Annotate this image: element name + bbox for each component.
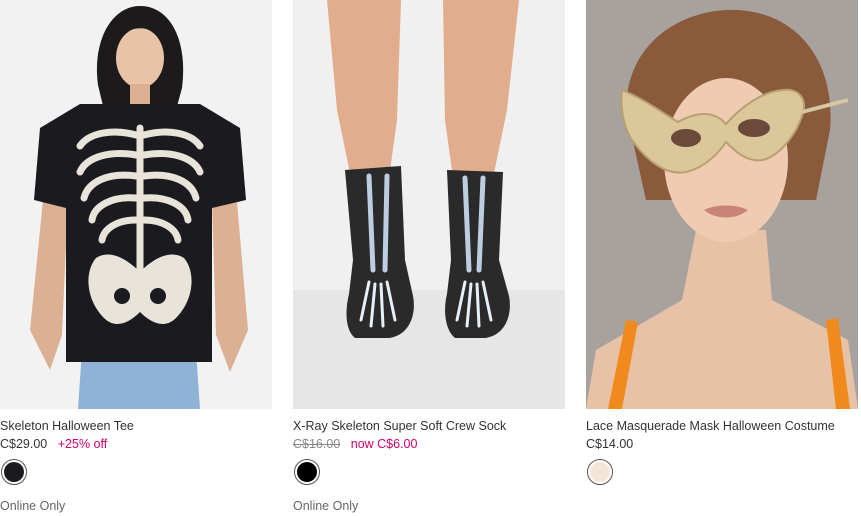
availability-label: Online Only — [293, 499, 359, 513]
product-title[interactable]: X-Ray Skeleton Super Soft Crew Sock — [293, 419, 506, 433]
product-grid: Skeleton Halloween Tee C$29.00 +25% off … — [0, 0, 861, 516]
sale-price: now C$6.00 — [350, 437, 418, 451]
color-swatch-black[interactable] — [1, 459, 27, 485]
product-image-lace-mask[interactable] — [586, 0, 858, 409]
price-row: C$29.00 +25% off — [0, 437, 114, 451]
product-card-lace-mask: Lace Masquerade Mask Halloween Costume C… — [586, 0, 860, 516]
original-price: C$16.00 — [293, 437, 341, 451]
swatch-color-dot — [297, 462, 317, 482]
promo-badge: +25% off — [57, 437, 108, 451]
product-image-skeleton-tee[interactable] — [0, 0, 272, 409]
product-title[interactable]: Lace Masquerade Mask Halloween Costume — [586, 419, 835, 433]
swatch-color-dot — [4, 462, 24, 482]
product-card-xray-sock: X-Ray Skeleton Super Soft Crew Sock C$16… — [293, 0, 567, 516]
price-row: C$14.00 — [586, 437, 640, 451]
color-swatch-black[interactable] — [294, 459, 320, 485]
product-price: C$29.00 — [0, 437, 48, 451]
availability-label: Online Only — [0, 499, 66, 513]
lace-mask-photo — [586, 0, 858, 409]
product-price: C$14.00 — [586, 437, 634, 451]
price-row: C$16.00 now C$6.00 — [293, 437, 424, 451]
skeleton-tee-photo — [0, 0, 272, 409]
product-image-xray-sock[interactable] — [293, 0, 565, 409]
product-card-skeleton-tee: Skeleton Halloween Tee C$29.00 +25% off … — [0, 0, 274, 516]
swatch-color-dot — [590, 462, 610, 482]
color-swatch-cream[interactable] — [587, 459, 613, 485]
xray-sock-photo — [293, 0, 565, 409]
product-title[interactable]: Skeleton Halloween Tee — [0, 419, 134, 433]
